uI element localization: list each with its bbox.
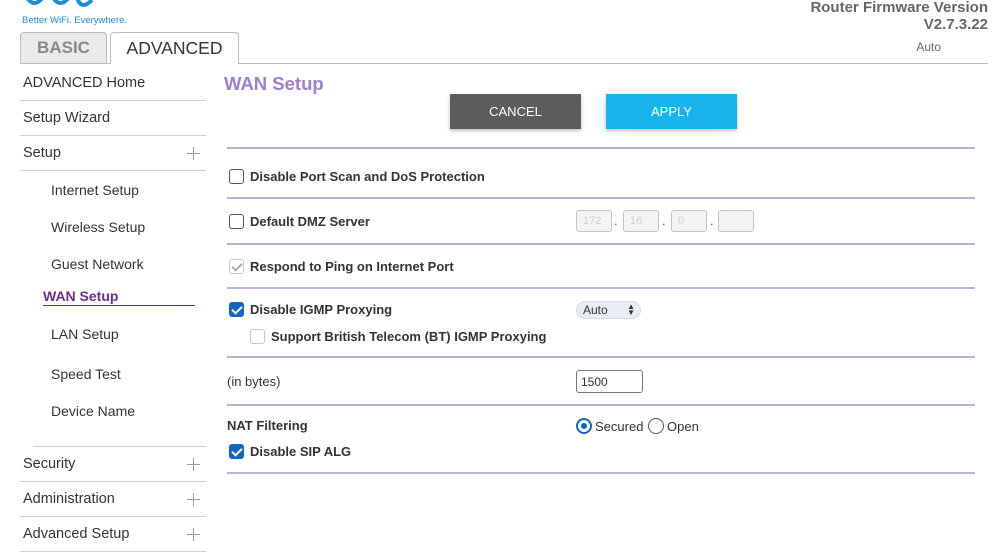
nat-secured-option[interactable]: Secured — [576, 418, 643, 434]
sidebar-item-guest-network[interactable]: Guest Network — [20, 245, 206, 282]
sip-alg-option: Disable SIP ALG — [229, 444, 351, 459]
page-title: WAN Setup — [224, 73, 324, 94]
sidebar-item-label: Guest Network — [51, 255, 144, 272]
sidebar-item-label: Wireless Setup — [51, 218, 146, 235]
sidebar-item-wan-setup[interactable]: WAN Setup — [20, 282, 206, 312]
expand-plus-icon[interactable] — [187, 492, 200, 506]
sidebar-nav: ADVANCED Home Setup Wizard Setup — [20, 66, 206, 171]
tab-basic[interactable]: BASIC — [20, 32, 107, 63]
apply-button[interactable]: APPLY — [606, 94, 737, 129]
firmware-mode: Auto — [916, 40, 941, 54]
ping-label: Respond to Ping on Internet Port — [250, 259, 454, 274]
sidebar-item-advanced-home[interactable]: ADVANCED Home — [20, 66, 206, 101]
firmware-label: Router Firmware Version — [810, 0, 988, 16]
port-scan-label: Disable Port Scan and DoS Protection — [250, 169, 485, 184]
igmp-mode-select[interactable]: Auto ▲ ▼ — [576, 301, 641, 319]
sidebar-item-label: ADVANCED Home — [23, 75, 146, 91]
sidebar-item-setup[interactable]: Setup — [20, 136, 206, 171]
nat-open-option[interactable]: Open — [648, 418, 699, 434]
mtu-unit-label: (in bytes) — [227, 374, 281, 389]
dmz-checkbox[interactable] — [229, 214, 244, 229]
section-divider — [227, 472, 975, 474]
sidebar-item-administration[interactable]: Administration — [20, 482, 206, 517]
sidebar-item-label: WAN Setup — [43, 288, 195, 306]
sidebar-item-speed-test[interactable]: Speed Test — [20, 355, 206, 392]
expand-plus-icon[interactable] — [187, 457, 200, 471]
section-divider — [227, 404, 975, 406]
sidebar-item-label: Setup — [23, 145, 61, 161]
svg-text:TM: TM — [104, 0, 111, 1]
bt-igmp-checkbox[interactable] — [250, 329, 265, 344]
sidebar-nav-bottom: Security Administration Advanced Setup — [20, 447, 206, 552]
setup-submenu: Internet Setup Wireless Setup Guest Netw… — [20, 171, 206, 429]
dmz-label: Default DMZ Server — [250, 214, 370, 229]
sidebar-item-label: Speed Test — [51, 365, 121, 382]
section-divider — [227, 356, 975, 358]
sip-alg-label: Disable SIP ALG — [250, 444, 352, 459]
sidebar-item-label: Setup Wizard — [23, 110, 111, 126]
section-divider — [227, 147, 975, 149]
firmware-version: V2.7.3.22 — [923, 16, 988, 33]
igmp-option: Disable IGMP Proxying — [229, 302, 392, 317]
sidebar-item-advanced-setup[interactable]: Advanced Setup — [20, 517, 206, 552]
sidebar-item-label: Internet Setup — [51, 181, 139, 198]
updown-chevron-icon: ▲ ▼ — [627, 302, 635, 317]
igmp-mode-value: Auto — [583, 303, 608, 317]
sidebar-item-setup-wizard[interactable]: Setup Wizard — [20, 101, 206, 136]
igmp-checkbox[interactable] — [229, 302, 244, 317]
section-divider — [227, 243, 975, 245]
sidebar-item-label: LAN Setup — [51, 325, 119, 342]
section-divider — [227, 197, 975, 199]
port-scan-option: Disable Port Scan and DoS Protection — [229, 169, 485, 184]
sip-alg-checkbox[interactable] — [229, 444, 244, 459]
dmz-ip-octet-4[interactable] — [718, 210, 754, 232]
sidebar-item-lan-setup[interactable]: LAN Setup — [20, 312, 206, 355]
bt-igmp-label: Support British Telecom (BT) IGMP Proxyi… — [271, 329, 547, 344]
mtu-input[interactable]: 1500 — [576, 370, 643, 393]
expand-plus-icon[interactable] — [187, 527, 200, 541]
section-divider — [227, 287, 975, 289]
ping-option: Respond to Ping on Internet Port — [229, 259, 454, 274]
sidebar-item-label: Administration — [23, 491, 115, 507]
brand-tagline: Better WiFi. Everywhere. — [22, 15, 128, 26]
bt-igmp-option: Support British Telecom (BT) IGMP Proxyi… — [250, 329, 546, 344]
nat-open-label: Open — [667, 418, 699, 434]
nat-open-radio[interactable] — [648, 418, 664, 434]
sidebar-item-wireless-setup[interactable]: Wireless Setup — [20, 208, 206, 245]
sidebar-item-label: Security — [23, 456, 76, 472]
sidebar-item-internet-setup[interactable]: Internet Setup — [20, 171, 206, 208]
nat-filtering-label: NAT Filtering — [227, 418, 308, 433]
igmp-label: Disable IGMP Proxying — [250, 302, 393, 317]
ping-checkbox[interactable] — [229, 259, 244, 274]
port-scan-checkbox[interactable] — [229, 169, 244, 184]
sidebar-item-label: Device Name — [51, 402, 136, 419]
sidebar-item-label: Advanced Setup — [23, 526, 130, 542]
cancel-button[interactable]: CANCEL — [450, 94, 581, 129]
expand-plus-icon[interactable] — [187, 146, 200, 160]
sidebar-item-device-name[interactable]: Device Name — [20, 392, 206, 429]
dmz-ip-octet-3[interactable]: 0 — [671, 210, 707, 232]
firmware-info: Router Firmware Version V2.7.3.22 — [810, 0, 988, 33]
nat-secured-radio[interactable] — [576, 418, 592, 434]
tab-advanced[interactable]: ADVANCED — [110, 32, 239, 64]
sidebar-item-security[interactable]: Security — [20, 447, 206, 482]
nat-secured-label: Secured — [595, 418, 644, 434]
dmz-ip-octet-1[interactable]: 172 — [576, 210, 612, 232]
dmz-option: Default DMZ Server — [229, 214, 370, 229]
dmz-ip-octet-2[interactable]: 16 — [623, 210, 659, 232]
